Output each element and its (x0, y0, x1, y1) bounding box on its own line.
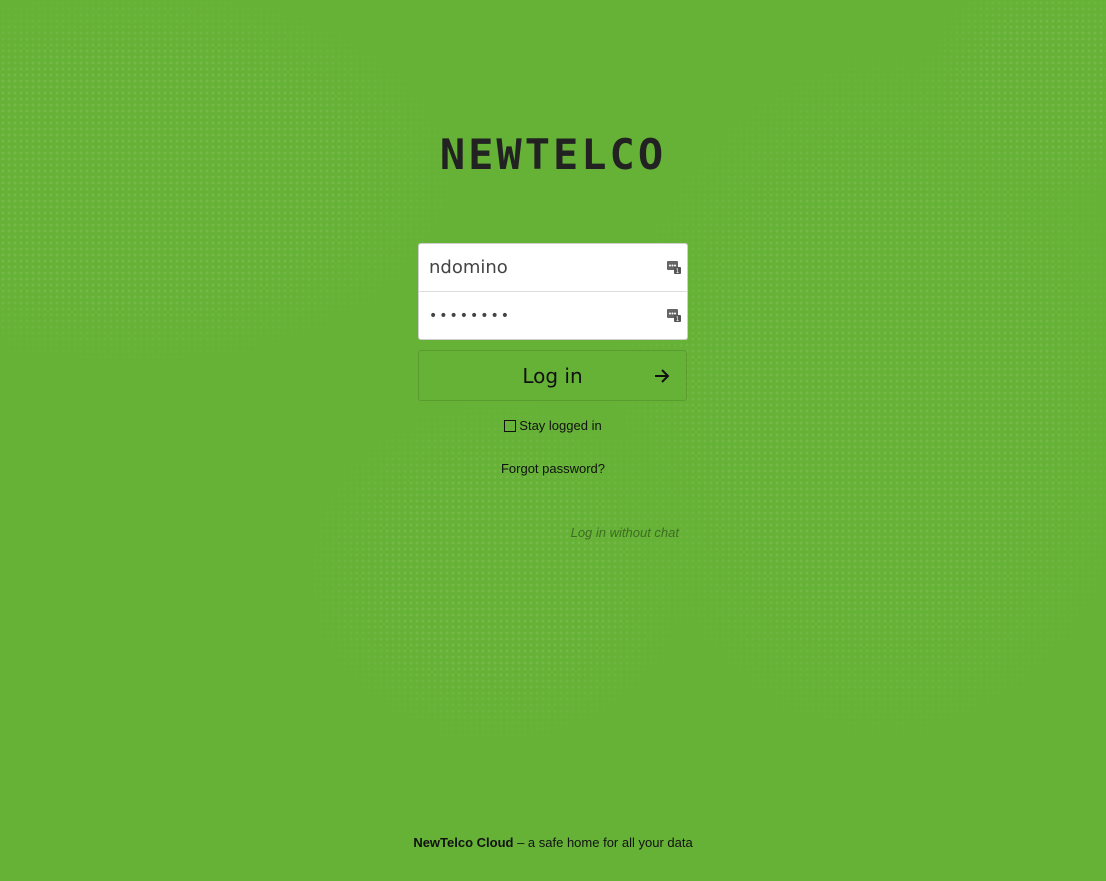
password-manager-icon[interactable]: 1 (667, 260, 681, 274)
stay-logged-in-label: Stay logged in (519, 418, 602, 433)
username-input[interactable] (419, 257, 669, 278)
password-row: 1 (419, 291, 687, 339)
password-manager-icon[interactable]: 1 (667, 308, 681, 322)
login-form: 1 1 Log in Stay logged in Forgot passwor… (418, 243, 688, 540)
footer-brand: NewTelco Cloud (413, 835, 514, 850)
footer-tagline: – a safe home for all your data (513, 835, 693, 850)
svg-text:1: 1 (676, 268, 680, 274)
stay-logged-in[interactable]: Stay logged in (418, 418, 688, 433)
brand-logo: NEWTELCO (439, 130, 667, 179)
forgot-password-link[interactable]: Forgot password? (418, 461, 688, 476)
footer: NewTelco Cloud – a safe home for all you… (0, 835, 1106, 850)
svg-text:1: 1 (676, 316, 680, 322)
password-input[interactable] (419, 307, 669, 324)
login-button-label: Log in (522, 363, 583, 388)
login-button[interactable]: Log in (418, 350, 687, 401)
arrow-right-icon (655, 369, 670, 383)
username-row: 1 (419, 244, 687, 291)
login-without-chat-link[interactable]: Log in without chat (418, 525, 688, 540)
stay-logged-in-checkbox[interactable] (504, 419, 517, 432)
credentials-box: 1 1 (418, 243, 688, 340)
